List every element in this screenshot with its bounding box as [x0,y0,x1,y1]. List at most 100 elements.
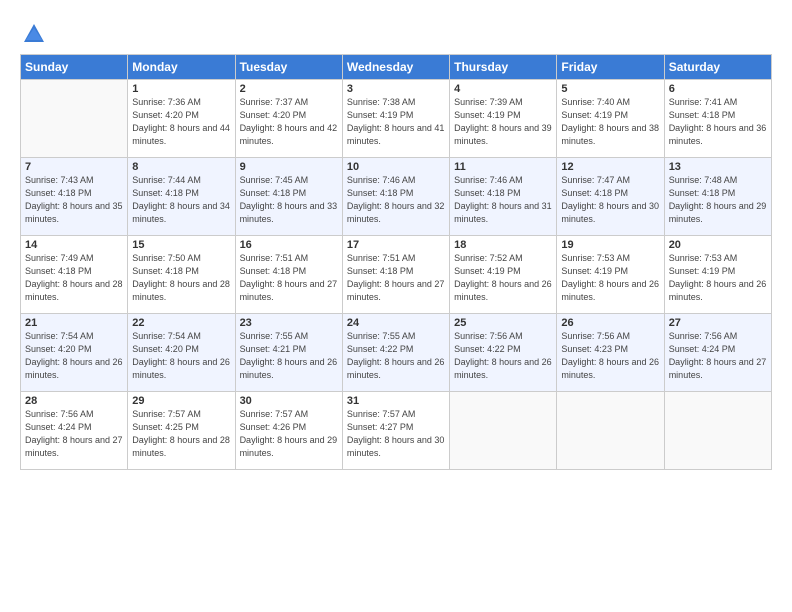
day-number: 17 [347,239,445,251]
day-header-friday: Friday [557,55,664,80]
week-row-5: 28Sunrise: 7:56 AMSunset: 4:24 PMDayligh… [21,392,772,470]
day-cell: 7Sunrise: 7:43 AMSunset: 4:18 PMDaylight… [21,158,128,236]
day-info: Sunrise: 7:53 AMSunset: 4:19 PMDaylight:… [669,252,767,304]
day-info: Sunrise: 7:56 AMSunset: 4:24 PMDaylight:… [25,408,123,460]
day-info: Sunrise: 7:45 AMSunset: 4:18 PMDaylight:… [240,174,338,226]
day-number: 3 [347,83,445,95]
day-number: 20 [669,239,767,251]
day-info: Sunrise: 7:43 AMSunset: 4:18 PMDaylight:… [25,174,123,226]
day-number: 19 [561,239,659,251]
day-number: 12 [561,161,659,173]
day-number: 2 [240,83,338,95]
day-number: 7 [25,161,123,173]
day-info: Sunrise: 7:48 AMSunset: 4:18 PMDaylight:… [669,174,767,226]
day-cell: 16Sunrise: 7:51 AMSunset: 4:18 PMDayligh… [235,236,342,314]
day-cell: 23Sunrise: 7:55 AMSunset: 4:21 PMDayligh… [235,314,342,392]
day-info: Sunrise: 7:55 AMSunset: 4:22 PMDaylight:… [347,330,445,382]
day-info: Sunrise: 7:52 AMSunset: 4:19 PMDaylight:… [454,252,552,304]
day-number: 6 [669,83,767,95]
day-cell: 3Sunrise: 7:38 AMSunset: 4:19 PMDaylight… [342,80,449,158]
day-cell [664,392,771,470]
day-number: 21 [25,317,123,329]
day-info: Sunrise: 7:56 AMSunset: 4:22 PMDaylight:… [454,330,552,382]
day-number: 14 [25,239,123,251]
day-number: 25 [454,317,552,329]
day-cell [21,80,128,158]
day-info: Sunrise: 7:54 AMSunset: 4:20 PMDaylight:… [132,330,230,382]
day-cell: 12Sunrise: 7:47 AMSunset: 4:18 PMDayligh… [557,158,664,236]
day-cell: 22Sunrise: 7:54 AMSunset: 4:20 PMDayligh… [128,314,235,392]
day-cell: 6Sunrise: 7:41 AMSunset: 4:18 PMDaylight… [664,80,771,158]
week-row-4: 21Sunrise: 7:54 AMSunset: 4:20 PMDayligh… [21,314,772,392]
day-cell: 18Sunrise: 7:52 AMSunset: 4:19 PMDayligh… [450,236,557,314]
week-row-2: 7Sunrise: 7:43 AMSunset: 4:18 PMDaylight… [21,158,772,236]
day-info: Sunrise: 7:37 AMSunset: 4:20 PMDaylight:… [240,96,338,148]
day-info: Sunrise: 7:36 AMSunset: 4:20 PMDaylight:… [132,96,230,148]
day-info: Sunrise: 7:40 AMSunset: 4:19 PMDaylight:… [561,96,659,148]
day-cell: 28Sunrise: 7:56 AMSunset: 4:24 PMDayligh… [21,392,128,470]
logo-icon [20,20,48,48]
day-number: 26 [561,317,659,329]
day-number: 31 [347,395,445,407]
day-info: Sunrise: 7:46 AMSunset: 4:18 PMDaylight:… [454,174,552,226]
day-cell: 21Sunrise: 7:54 AMSunset: 4:20 PMDayligh… [21,314,128,392]
day-number: 11 [454,161,552,173]
day-info: Sunrise: 7:51 AMSunset: 4:18 PMDaylight:… [240,252,338,304]
header-row: SundayMondayTuesdayWednesdayThursdayFrid… [21,55,772,80]
day-info: Sunrise: 7:56 AMSunset: 4:24 PMDaylight:… [669,330,767,382]
day-header-saturday: Saturday [664,55,771,80]
day-header-monday: Monday [128,55,235,80]
day-cell [450,392,557,470]
day-number: 30 [240,395,338,407]
day-number: 23 [240,317,338,329]
week-row-3: 14Sunrise: 7:49 AMSunset: 4:18 PMDayligh… [21,236,772,314]
day-number: 4 [454,83,552,95]
day-cell: 25Sunrise: 7:56 AMSunset: 4:22 PMDayligh… [450,314,557,392]
day-cell: 1Sunrise: 7:36 AMSunset: 4:20 PMDaylight… [128,80,235,158]
day-info: Sunrise: 7:51 AMSunset: 4:18 PMDaylight:… [347,252,445,304]
day-cell: 2Sunrise: 7:37 AMSunset: 4:20 PMDaylight… [235,80,342,158]
day-cell: 10Sunrise: 7:46 AMSunset: 4:18 PMDayligh… [342,158,449,236]
week-row-1: 1Sunrise: 7:36 AMSunset: 4:20 PMDaylight… [21,80,772,158]
day-info: Sunrise: 7:39 AMSunset: 4:19 PMDaylight:… [454,96,552,148]
day-cell: 13Sunrise: 7:48 AMSunset: 4:18 PMDayligh… [664,158,771,236]
logo [20,20,52,48]
day-cell [557,392,664,470]
day-cell: 30Sunrise: 7:57 AMSunset: 4:26 PMDayligh… [235,392,342,470]
day-header-tuesday: Tuesday [235,55,342,80]
day-cell: 31Sunrise: 7:57 AMSunset: 4:27 PMDayligh… [342,392,449,470]
calendar: SundayMondayTuesdayWednesdayThursdayFrid… [20,54,772,470]
day-cell: 20Sunrise: 7:53 AMSunset: 4:19 PMDayligh… [664,236,771,314]
day-info: Sunrise: 7:57 AMSunset: 4:26 PMDaylight:… [240,408,338,460]
day-cell: 29Sunrise: 7:57 AMSunset: 4:25 PMDayligh… [128,392,235,470]
day-number: 10 [347,161,445,173]
day-number: 22 [132,317,230,329]
day-cell: 4Sunrise: 7:39 AMSunset: 4:19 PMDaylight… [450,80,557,158]
day-header-sunday: Sunday [21,55,128,80]
day-info: Sunrise: 7:55 AMSunset: 4:21 PMDaylight:… [240,330,338,382]
day-number: 16 [240,239,338,251]
day-header-wednesday: Wednesday [342,55,449,80]
day-cell: 26Sunrise: 7:56 AMSunset: 4:23 PMDayligh… [557,314,664,392]
day-number: 18 [454,239,552,251]
day-cell: 8Sunrise: 7:44 AMSunset: 4:18 PMDaylight… [128,158,235,236]
day-number: 13 [669,161,767,173]
day-info: Sunrise: 7:54 AMSunset: 4:20 PMDaylight:… [25,330,123,382]
day-number: 24 [347,317,445,329]
day-cell: 17Sunrise: 7:51 AMSunset: 4:18 PMDayligh… [342,236,449,314]
header [20,16,772,48]
day-number: 8 [132,161,230,173]
day-number: 15 [132,239,230,251]
day-number: 28 [25,395,123,407]
day-info: Sunrise: 7:57 AMSunset: 4:27 PMDaylight:… [347,408,445,460]
day-number: 29 [132,395,230,407]
day-number: 27 [669,317,767,329]
page: SundayMondayTuesdayWednesdayThursdayFrid… [0,0,792,612]
day-info: Sunrise: 7:46 AMSunset: 4:18 PMDaylight:… [347,174,445,226]
day-cell: 11Sunrise: 7:46 AMSunset: 4:18 PMDayligh… [450,158,557,236]
day-info: Sunrise: 7:50 AMSunset: 4:18 PMDaylight:… [132,252,230,304]
day-cell: 19Sunrise: 7:53 AMSunset: 4:19 PMDayligh… [557,236,664,314]
day-info: Sunrise: 7:53 AMSunset: 4:19 PMDaylight:… [561,252,659,304]
day-info: Sunrise: 7:56 AMSunset: 4:23 PMDaylight:… [561,330,659,382]
day-number: 1 [132,83,230,95]
